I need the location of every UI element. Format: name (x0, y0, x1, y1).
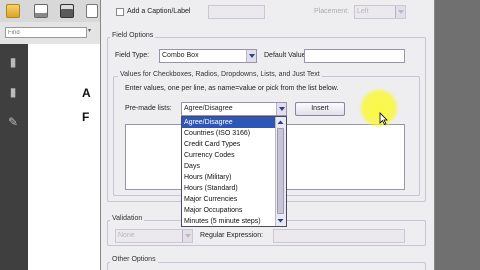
find-input[interactable] (5, 27, 87, 38)
values-group-title: Values for Checkboxes, Radios, Dropdowns… (118, 71, 322, 78)
list-item[interactable]: Countries (ISO 3166) (182, 128, 286, 139)
bookmark-icon[interactable]: ▮ (7, 86, 19, 99)
caption-input[interactable] (208, 5, 265, 19)
list-item[interactable]: Minutes (5 minute steps) (182, 216, 286, 226)
insert-button[interactable]: Insert (295, 102, 345, 116)
print-icon[interactable] (34, 4, 48, 18)
validation-title: Validation (110, 215, 145, 222)
premade-lists-value: Agree/Disagree (184, 105, 233, 112)
sign-icon[interactable]: ✎ (7, 116, 19, 129)
scroll-down-icon[interactable] (277, 216, 284, 225)
validation-select[interactable]: None (115, 229, 193, 243)
chevron-down-icon (395, 6, 405, 18)
placement-label: Placement: (314, 8, 350, 15)
placement-value: Left (357, 8, 369, 15)
default-value-label: Default Value: (264, 52, 308, 59)
list-item[interactable]: Credit Card Types (182, 139, 286, 150)
save-icon[interactable] (60, 4, 74, 18)
caption-checkbox-label: Add a Caption/Label (127, 8, 191, 15)
values-instructions: Enter values, one per line, as name=valu… (125, 85, 339, 92)
toolbar (0, 0, 100, 23)
cursor-icon (379, 112, 388, 125)
list-item[interactable]: Hours (Military) (182, 172, 286, 183)
list-item[interactable]: Currency Codes (182, 150, 286, 161)
navigation-pane: ▮ ▮ ✎ (0, 44, 28, 270)
scrollbar-thumb[interactable] (277, 128, 284, 214)
list-item[interactable]: Major Currencies (182, 194, 286, 205)
document-text: A (82, 86, 91, 100)
find-bar: ▾ (0, 22, 100, 45)
field-options-title: Field Options (110, 32, 156, 39)
regex-label: Regular Expression: (200, 232, 264, 239)
placement-select[interactable]: Left (354, 5, 406, 19)
list-item[interactable]: Agree/Disagree (182, 117, 286, 128)
page-icon[interactable]: ▮ (7, 56, 19, 69)
scroll-up-icon[interactable] (277, 118, 284, 127)
find-dropdown-icon[interactable]: ▾ (88, 27, 96, 38)
list-item[interactable]: Days (182, 161, 286, 172)
field-properties-dialog: Add a Caption/Label Placement: Left Fiel… (100, 0, 435, 270)
premade-lists-dropdown[interactable]: Agree/Disagree Countries (ISO 3166) Cred… (181, 116, 287, 227)
list-item[interactable]: Major Occupations (182, 205, 286, 216)
chevron-down-icon (276, 103, 286, 115)
folder-icon[interactable] (6, 4, 20, 18)
field-type-value: Combo Box (162, 52, 199, 59)
other-options-group (107, 262, 426, 270)
premade-lists-select[interactable]: Agree/Disagree (181, 102, 287, 116)
document-text: F (82, 110, 90, 124)
chevron-down-icon (182, 230, 192, 242)
document-icon[interactable] (86, 4, 98, 18)
regex-input[interactable] (273, 229, 405, 243)
premade-lists-label: Pre-made lists: (125, 105, 172, 112)
workspace-background (435, 0, 480, 270)
dropdown-scrollbar[interactable] (275, 117, 286, 226)
validation-value: None (118, 232, 135, 239)
document-page (28, 44, 100, 270)
other-options-title: Other Options (110, 256, 158, 263)
field-type-select[interactable]: Combo Box (159, 49, 257, 63)
field-type-label: Field Type: (115, 52, 150, 59)
default-value-input[interactable] (304, 49, 405, 63)
list-item[interactable]: Hours (Standard) (182, 183, 286, 194)
caption-checkbox[interactable] (116, 8, 124, 16)
chevron-down-icon (246, 50, 256, 62)
